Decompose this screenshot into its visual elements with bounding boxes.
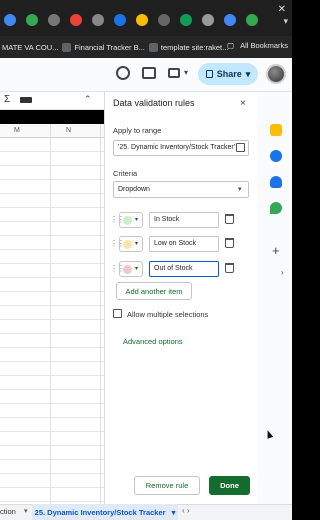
apply-range-label: Apply to range [113,126,162,135]
contacts-icon[interactable] [270,176,282,188]
all-bookmarks[interactable]: All Bookmarks [240,41,288,50]
color-chip[interactable]: ▾ [119,236,143,252]
column-divider [50,124,51,504]
sheet-nav-arrows[interactable]: ‹ › [182,506,190,515]
dropdown-item-input[interactable]: In Stock [149,212,219,228]
tab-favicon[interactable] [48,14,60,26]
criteria-label: Criteria [113,169,138,178]
criteria-select[interactable]: Dropdown [113,181,249,198]
color-chip[interactable]: ▾ [119,261,143,277]
chevron-down-icon: ▾ [135,241,139,247]
bookmark-item[interactable]: template site:raket... [148,42,228,52]
chevron-down-icon[interactable]: ▾ [24,507,28,515]
tab-favicon[interactable] [224,14,236,26]
add-item-button[interactable]: Add another item [116,282,192,300]
column-divider [100,124,101,504]
maps-icon[interactable] [270,202,282,214]
keep-icon[interactable] [270,124,282,136]
color-dot [123,265,132,274]
bookmarks-bar: MATE VA COU... Financial Tracker B... te… [0,36,292,58]
chevron-down-icon: ▾ [135,217,139,223]
sheet-tab-active[interactable]: 25. Dynamic Inventory/Stock Tracker ▾ [32,504,178,520]
close-tab-icon[interactable]: ✕ [278,4,286,15]
chevron-down-icon[interactable]: ▾ [184,68,188,77]
tab-favicon[interactable] [180,14,192,26]
tab-favicon[interactable] [158,14,170,26]
spreadsheet-grid[interactable] [0,138,104,504]
trash-icon[interactable] [225,214,234,224]
multi-select-checkbox[interactable] [113,309,122,318]
advanced-options-link[interactable]: Advanced options [123,337,183,346]
tab-favicon[interactable] [202,14,214,26]
multi-select-label: Allow multiple selections [127,310,209,319]
tab-favicon[interactable] [26,14,38,26]
tab-favicon[interactable] [70,14,82,26]
trash-icon[interactable] [225,263,234,273]
chevron-right-icon[interactable]: › [281,268,284,277]
history-icon[interactable] [116,66,130,80]
chevron-down-icon: ▾ [135,266,139,272]
comment-icon[interactable] [142,67,156,79]
panel-title: Data validation rules [113,98,195,108]
color-dot [123,240,132,249]
remove-rule-button[interactable]: Remove rule [134,476,200,495]
tab-favicon[interactable] [92,14,104,26]
chevron-down-icon: ▾ [245,68,251,79]
avatar[interactable] [266,64,286,84]
tab-favicon[interactable] [4,14,16,26]
tab-favicon[interactable] [114,14,126,26]
bookmark-icon [148,42,158,52]
trash-icon[interactable] [225,238,234,248]
grid-select-icon[interactable] [236,143,245,152]
bookmark-item[interactable]: Financial Tracker B... [62,42,145,52]
dropdown-item-input[interactable]: Low on Stock [149,236,219,252]
column-header-m[interactable]: M [14,127,20,134]
bookmark-item[interactable]: MATE VA COU... [2,43,58,52]
bookmark-icon [62,42,72,52]
color-chip[interactable]: ▾ [119,212,143,228]
close-icon[interactable]: × [240,98,246,109]
chevron-down-icon: ▾ [238,186,242,193]
chevron-down-icon: ▾ [171,507,176,517]
column-header-n[interactable]: N [66,127,71,134]
color-dot [123,216,132,225]
lock-icon [205,70,213,78]
dropdown-item-input[interactable]: Out of Stock [149,261,219,277]
tasks-icon[interactable] [270,150,282,162]
meet-icon[interactable] [168,68,180,78]
collapse-icon[interactable]: ⌃ [84,94,92,105]
range-input[interactable]: '25. Dynamic Inventory/Stock Tracker' [113,140,249,156]
done-button[interactable]: Done [209,476,250,495]
function-icon[interactable] [20,97,32,103]
tab-favicon[interactable] [136,14,148,26]
add-addon-icon[interactable]: + [272,243,280,258]
tab-search-icon[interactable]: ▾ [283,16,288,27]
sheet-tab[interactable]: ction [0,507,16,516]
tab-favicon[interactable] [246,14,258,26]
sum-icon[interactable]: Σ [4,94,10,105]
folder-icon[interactable]: ▢ [227,41,234,50]
share-button[interactable]: Share ▾ [198,63,258,85]
